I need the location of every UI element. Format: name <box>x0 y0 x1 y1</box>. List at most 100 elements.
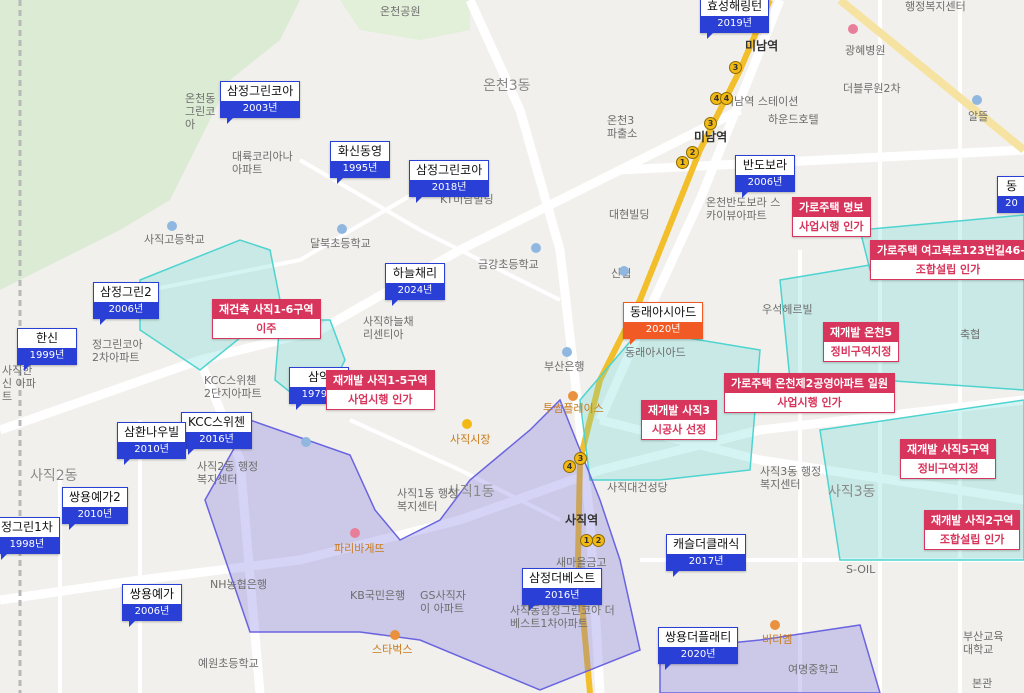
apartment-marker[interactable]: 반도보라 2006년 <box>735 155 795 198</box>
apartment-marker[interactable]: 삼정그린코아 2003년 <box>220 81 301 124</box>
redevelopment-title: 재개발 사직1-5구역 <box>327 371 434 390</box>
redevelopment-label[interactable]: 가로주택 여고북로123번길46- 조합설립 인가 <box>870 240 1024 280</box>
apartment-year: 2006년 <box>736 175 794 191</box>
apartment-name: 쌍용예가 <box>129 587 175 601</box>
apartment-marker[interactable]: 효성해링턴 2019년 <box>700 0 770 39</box>
place-label[interactable]: 미남역 스테이션 <box>724 95 798 108</box>
place-label[interactable]: 사직하늘채 리센티아 <box>363 315 423 341</box>
apartment-name: 삼정그린코아 <box>416 163 483 177</box>
metro-line-badge: 3 <box>729 61 742 74</box>
apartment-marker[interactable]: 캐슬더클래식 2017년 <box>666 534 747 577</box>
place-label[interactable]: 사직1동 행정복지센터 <box>397 487 465 513</box>
apartment-marker[interactable]: 쌍용예가2 2010년 <box>62 487 128 530</box>
apartment-year: 1998년 <box>0 537 59 553</box>
redevelopment-label[interactable]: 재개발 사직5구역 정비구역지정 <box>900 439 997 479</box>
apartment-marker[interactable]: 삼환나우빌 2010년 <box>117 422 187 465</box>
place-label[interactable]: 광혜병원 <box>845 44 885 57</box>
redevelopment-label[interactable]: 재개발 온천5 정비구역지정 <box>823 322 900 362</box>
place-label[interactable]: 본관 <box>972 677 992 690</box>
place-label[interactable]: 동래아시아드 <box>625 346 686 359</box>
place-label[interactable]: 달북초등학교 <box>310 237 371 250</box>
metro-line-badge: 1 <box>676 156 689 169</box>
place-label[interactable]: 우석헤르빌 <box>762 303 813 316</box>
redevelopment-label[interactable]: 가로주택 온천제2공영아파트 일원 사업시행 인가 <box>724 373 895 413</box>
redevelopment-title: 재개발 사직5구역 <box>901 440 996 459</box>
place-label[interactable]: 사직시장 <box>450 433 490 446</box>
apartment-year: 2003년 <box>221 101 300 117</box>
metro-line-badge: 3 <box>574 452 587 465</box>
place-label[interactable]: 정그린코아 2차아파트 <box>92 338 152 364</box>
place-label[interactable]: 대현빌딩 <box>609 208 649 221</box>
apartment-marker-selected[interactable]: 동래아시아드 2020년 <box>623 302 704 345</box>
apartment-name: 삼정그린코아 <box>227 84 294 98</box>
apartment-marker[interactable]: 화신동영 1995년 <box>330 141 390 184</box>
apartment-year: 20 <box>998 196 1024 212</box>
place-label[interactable]: KB국민은행 <box>350 589 405 602</box>
place-label[interactable]: KCC스위첸 2단지아파트 <box>204 374 264 400</box>
apartment-name: 삼환나우빌 <box>124 425 180 439</box>
apartment-name: 동 <box>1005 179 1018 193</box>
apartment-year: 2019년 <box>701 16 769 32</box>
place-label[interactable]: 축협 <box>960 328 980 341</box>
place-label[interactable]: 온천반도보라 스카이뷰아파트 <box>706 196 786 222</box>
apartment-marker[interactable]: 정그린1차 1998년 <box>0 517 60 560</box>
apartment-marker[interactable]: 쌍용예가 2006년 <box>122 584 182 627</box>
place-label[interactable]: GS사직자이 아파트 <box>420 589 468 615</box>
place-label[interactable]: 행정복지센터 <box>905 0 966 13</box>
apartment-marker[interactable]: 하늘채리 2024년 <box>385 263 445 306</box>
apartment-marker[interactable]: 삼정더베스트 2016년 <box>522 568 603 611</box>
station-label[interactable]: 미남역 <box>745 40 778 53</box>
apartment-name: KCC스위첸 <box>188 415 246 429</box>
place-label[interactable]: 사직2동 행정복지센터 <box>197 460 265 486</box>
place-label[interactable]: 사직한신 아파트 <box>2 364 42 403</box>
apartment-year: 2017년 <box>667 554 746 570</box>
map-view[interactable]: 온천3동 사직2동 사직1동 사직3동 미남역 미남역 사직역 온천공원 행정복… <box>0 0 1024 693</box>
redevelopment-label[interactable]: 재개발 사직3 시공사 선정 <box>641 400 718 440</box>
place-label[interactable]: 사직대건성당 <box>607 481 668 494</box>
apartment-marker[interactable]: 삼정그린코아 2018년 <box>409 160 490 203</box>
district-label: 온천3동 <box>483 78 531 94</box>
redevelopment-title: 가로주택 여고북로123번길46- <box>871 241 1024 260</box>
redevelopment-label[interactable]: 재개발 사직2구역 조합설립 인가 <box>924 510 1021 550</box>
place-label[interactable]: NH농협은행 <box>210 578 267 591</box>
apartment-year: 2006년 <box>123 604 181 620</box>
place-label[interactable]: 파리바게뜨 <box>334 542 385 555</box>
place-label[interactable]: 여명중학교 <box>788 663 839 676</box>
place-label[interactable]: 금강초등학교 <box>478 258 539 271</box>
apartment-marker[interactable]: 삼정그린2 2006년 <box>93 282 159 325</box>
apartment-marker[interactable]: 쌍용더플래티 2020년 <box>658 627 739 670</box>
station-label[interactable]: 미남역 <box>694 131 727 144</box>
place-label[interactable]: 하운드호텔 <box>768 113 819 126</box>
apartment-name: 정그린1차 <box>1 520 53 534</box>
place-label[interactable]: 알뜰 <box>968 110 988 123</box>
place-label[interactable]: 온천공원 <box>380 5 420 18</box>
place-label[interactable]: 더블루원2차 <box>843 82 901 95</box>
place-label[interactable]: 부산교육 대학교 <box>963 630 1013 656</box>
place-label[interactable]: 스타벅스 <box>372 643 412 656</box>
redevelopment-label[interactable]: 가로주택 명보 사업시행 인가 <box>792 197 871 237</box>
apartment-name: 삼정더베스트 <box>529 571 596 585</box>
apartment-year: 2010년 <box>63 507 127 523</box>
place-label[interactable]: 온천동 그린코아 <box>185 92 225 131</box>
redevelopment-title: 재건축 사직1-6구역 <box>213 300 320 319</box>
place-label[interactable]: 대륙코리아나 아파트 <box>232 150 302 176</box>
district-label: 사직2동 <box>30 468 78 484</box>
apartment-marker[interactable]: 동 20 <box>997 176 1024 213</box>
place-label[interactable]: S-OIL <box>846 563 875 576</box>
bank-icon <box>301 437 311 447</box>
place-label[interactable]: 사직동삼정그린코아 더베스트1차아파트 <box>510 604 620 630</box>
station-label[interactable]: 사직역 <box>565 514 598 527</box>
place-label[interactable]: 온천3 파출소 <box>607 114 647 140</box>
apartment-marker[interactable]: KCC스위첸 2016년 <box>181 412 253 455</box>
apartment-name: 효성해링턴 <box>707 0 763 13</box>
place-label[interactable]: 사직3동 행정복지센터 <box>760 465 828 491</box>
redevelopment-label[interactable]: 재건축 사직1-6구역 이주 <box>212 299 321 339</box>
place-label[interactable]: 투썸플레이스 <box>543 402 604 415</box>
bank-icon <box>619 266 629 276</box>
place-label[interactable]: 부산은행 <box>544 360 584 373</box>
place-label[interactable]: 예원초등학교 <box>198 657 259 670</box>
place-label[interactable]: 비티엠 <box>762 633 792 646</box>
place-label[interactable]: 사직고등학교 <box>144 233 205 246</box>
apartment-marker[interactable]: 한신 1999년 <box>17 328 77 371</box>
redevelopment-label[interactable]: 재개발 사직1-5구역 사업시행 인가 <box>326 370 435 410</box>
